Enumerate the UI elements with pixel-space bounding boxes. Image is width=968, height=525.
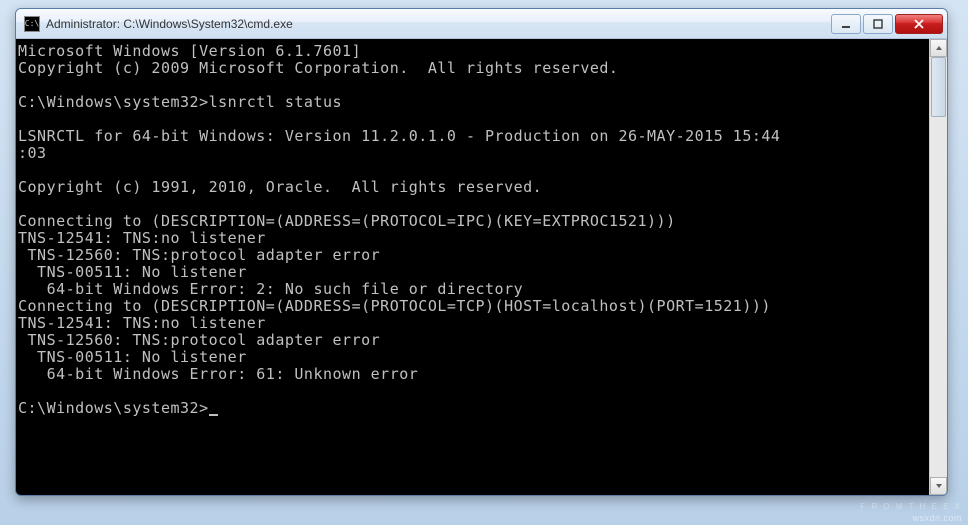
terminal-line: TNS-12560: TNS:protocol adapter error [18, 331, 380, 349]
cmd-icon: C:\ [24, 16, 40, 32]
minimize-button[interactable] [831, 14, 861, 34]
cmd-window: C:\ Administrator: C:\Windows\System32\c… [15, 8, 948, 496]
terminal-line: TNS-12541: TNS:no listener [18, 314, 266, 332]
close-button[interactable] [895, 14, 943, 34]
terminal-line: TNS-12560: TNS:protocol adapter error [18, 246, 380, 264]
terminal-line: Copyright (c) 2009 Microsoft Corporation… [18, 59, 618, 77]
terminal-line: Copyright (c) 1991, 2010, Oracle. All ri… [18, 178, 542, 196]
terminal-line: Connecting to (DESCRIPTION=(ADDRESS=(PRO… [18, 212, 676, 230]
titlebar[interactable]: C:\ Administrator: C:\Windows\System32\c… [16, 9, 947, 39]
scroll-thumb[interactable] [931, 57, 946, 117]
scroll-down-button[interactable] [930, 477, 947, 495]
terminal-line: Connecting to (DESCRIPTION=(ADDRESS=(PRO… [18, 297, 771, 315]
content-area: Microsoft Windows [Version 6.1.7601] Cop… [16, 39, 947, 495]
scroll-up-button[interactable] [930, 39, 947, 57]
terminal-output[interactable]: Microsoft Windows [Version 6.1.7601] Cop… [16, 39, 929, 495]
watermark-url: wsxdn.com [912, 513, 962, 523]
terminal-line: TNS-00511: No listener [18, 263, 247, 281]
cursor [209, 414, 218, 416]
scroll-track[interactable] [930, 57, 947, 477]
watermark-tagline: F R O M T H E E X [860, 502, 962, 511]
terminal-line: 64-bit Windows Error: 2: No such file or… [18, 280, 523, 298]
window-title: Administrator: C:\Windows\System32\cmd.e… [46, 17, 831, 31]
maximize-button[interactable] [863, 14, 893, 34]
terminal-line: Microsoft Windows [Version 6.1.7601] [18, 42, 361, 60]
scrollbar [929, 39, 947, 495]
terminal-line: :03 [18, 144, 47, 162]
terminal-line: LSNRCTL for 64-bit Windows: Version 11.2… [18, 127, 780, 145]
window-controls [831, 14, 943, 34]
terminal-line: 64-bit Windows Error: 61: Unknown error [18, 365, 418, 383]
terminal-line: TNS-00511: No listener [18, 348, 247, 366]
terminal-line: TNS-12541: TNS:no listener [18, 229, 266, 247]
terminal-line: C:\Windows\system32>lsnrctl status [18, 93, 342, 111]
terminal-line: C:\Windows\system32> [18, 399, 209, 417]
